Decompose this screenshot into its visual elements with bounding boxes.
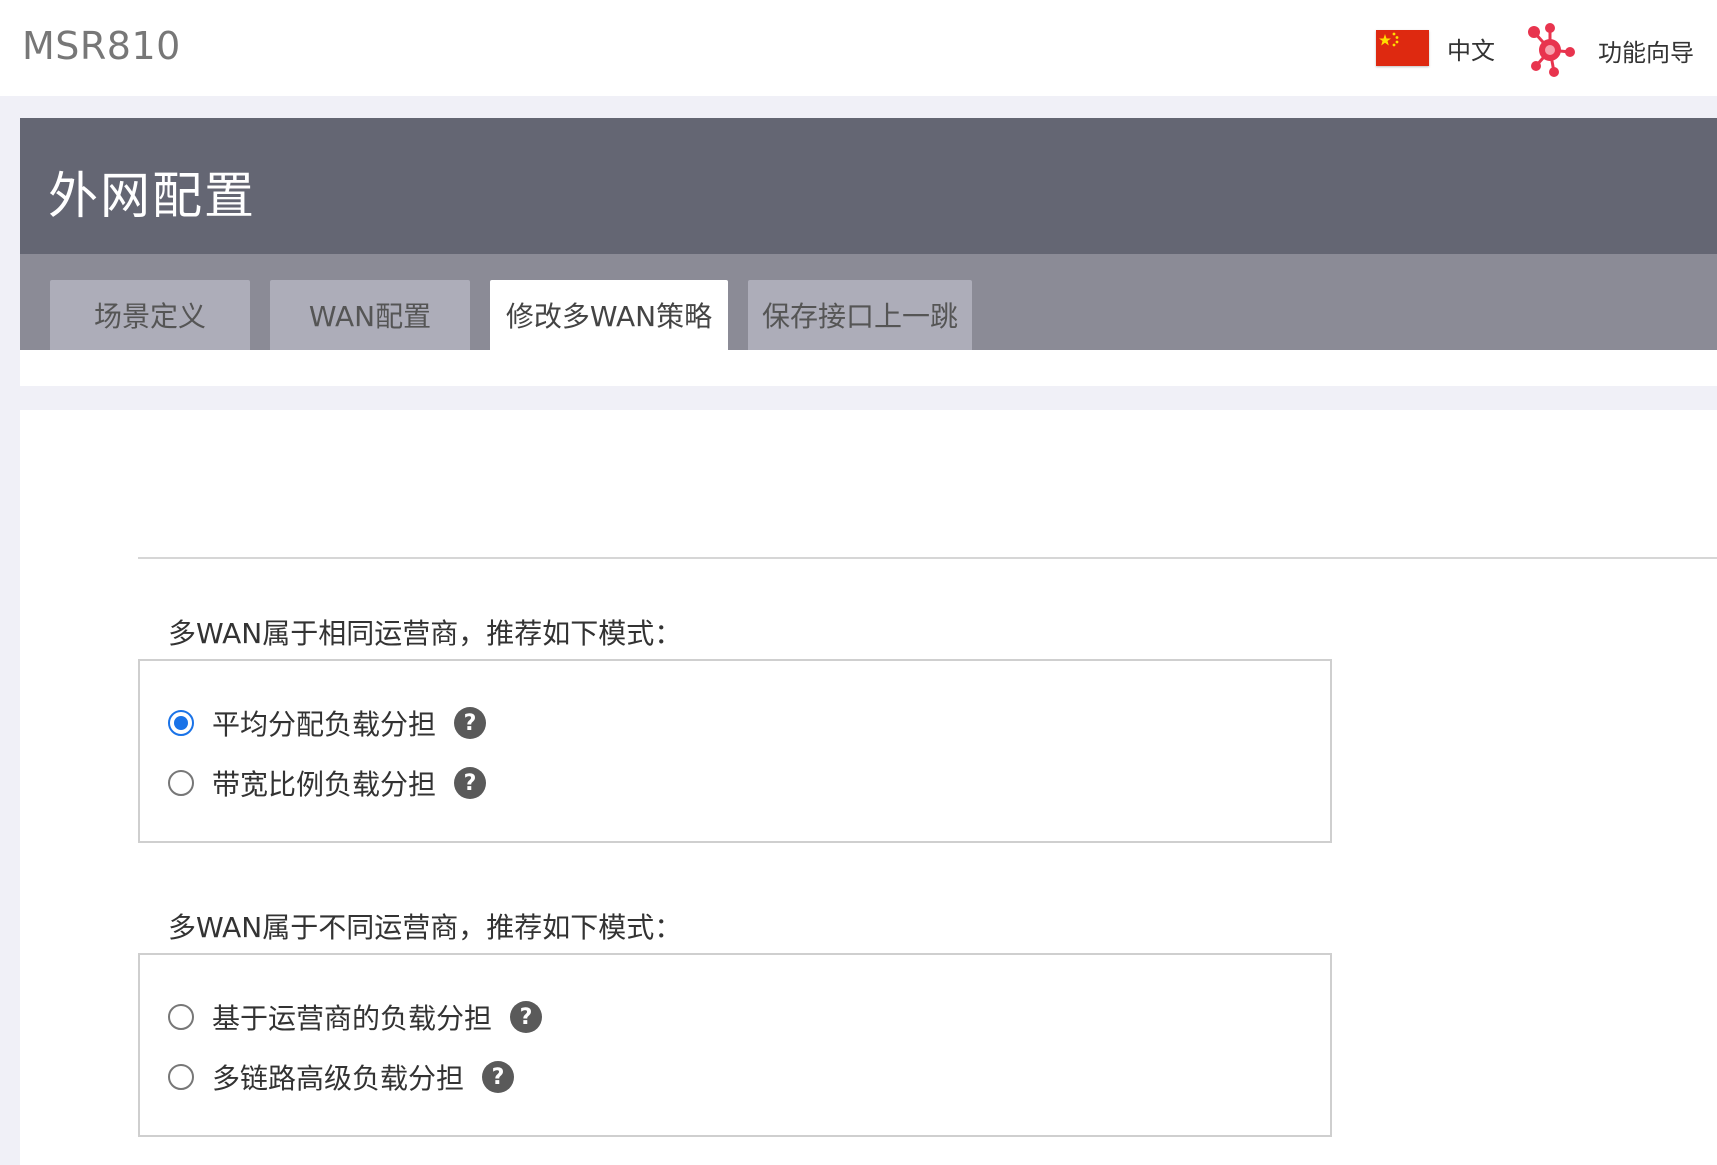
radio-equal-load-sharing[interactable]: [168, 710, 194, 736]
top-bar: MSR810 中文 功能向导: [0, 0, 1717, 96]
radio-isp-based-load-sharing[interactable]: [168, 1004, 194, 1030]
wizard-label: 功能向导: [1598, 38, 1694, 67]
option-label: 带宽比例负载分担: [212, 768, 437, 801]
option-bandwidth-ratio-load-sharing[interactable]: 带宽比例负载分担 ?: [168, 763, 487, 803]
different-isp-heading: 多WAN属于不同运营商，推荐如下模式：: [168, 911, 683, 944]
language-label: 中文: [1447, 36, 1495, 65]
same-isp-heading: 多WAN属于相同运营商，推荐如下模式：: [168, 617, 683, 650]
option-label: 平均分配负载分担: [212, 708, 437, 741]
tab-underline-strip: [20, 350, 1717, 386]
tab-scene-definition[interactable]: 场景定义: [50, 280, 250, 350]
radio-bandwidth-ratio-load-sharing[interactable]: [168, 770, 194, 796]
function-wizard-link[interactable]: 功能向导: [1524, 22, 1694, 78]
divider: [138, 557, 1717, 559]
radio-multilink-advanced-load-sharing[interactable]: [168, 1064, 194, 1090]
page-title: 外网配置: [48, 167, 256, 225]
tab-wan-config[interactable]: WAN配置: [270, 280, 470, 350]
language-switcher[interactable]: 中文: [1376, 28, 1495, 68]
tab-bar: 场景定义 WAN配置 修改多WAN策略 保存接口上一跳: [20, 254, 1717, 350]
question-mark-icon[interactable]: ?: [454, 707, 487, 739]
page-header: 外网配置: [20, 118, 1717, 254]
option-label: 多链路高级负载分担: [212, 1062, 465, 1095]
question-mark-icon[interactable]: ?: [454, 767, 487, 799]
option-equal-load-sharing[interactable]: 平均分配负载分担 ?: [168, 703, 487, 743]
main-content: 多WAN属于相同运营商，推荐如下模式： 平均分配负载分担 ? 带宽比例负载分担 …: [20, 410, 1717, 1165]
tab-multi-wan-policy[interactable]: 修改多WAN策略: [490, 280, 728, 350]
tab-save-next-hop[interactable]: 保存接口上一跳: [748, 280, 972, 350]
molecule-wizard-icon: [1524, 22, 1580, 78]
brand-name: MSR810: [22, 24, 181, 68]
option-isp-based-load-sharing[interactable]: 基于运营商的负载分担 ?: [168, 997, 543, 1037]
question-mark-icon[interactable]: ?: [482, 1061, 515, 1093]
question-mark-icon[interactable]: ?: [510, 1001, 543, 1033]
china-flag-icon: [1376, 30, 1429, 66]
different-isp-options: 基于运营商的负载分担 ? 多链路高级负载分担 ?: [138, 953, 1332, 1137]
option-label: 基于运营商的负载分担: [212, 1002, 493, 1035]
option-multilink-advanced-load-sharing[interactable]: 多链路高级负载分担 ?: [168, 1057, 515, 1097]
same-isp-options: 平均分配负载分担 ? 带宽比例负载分担 ?: [138, 659, 1332, 843]
